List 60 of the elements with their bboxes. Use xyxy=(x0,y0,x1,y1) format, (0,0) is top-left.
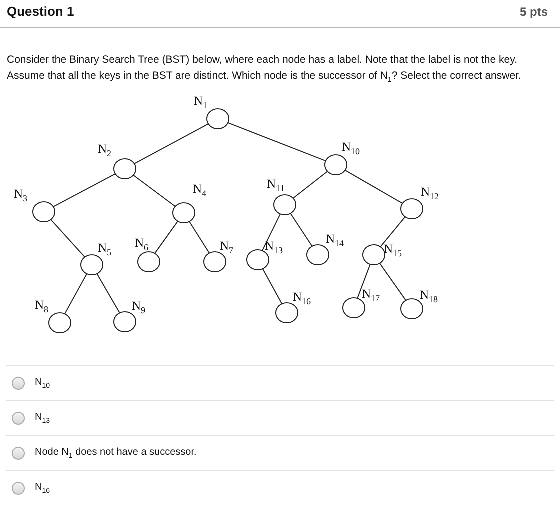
tree-edge xyxy=(96,274,120,314)
tree-edge xyxy=(262,268,282,304)
node-label: N$_{3}$ xyxy=(14,186,29,206)
tree-node xyxy=(274,194,296,216)
tree-node xyxy=(80,254,104,276)
tree-node xyxy=(276,302,298,324)
tree-edge xyxy=(154,221,178,254)
radio-button[interactable] xyxy=(12,412,25,425)
question-title: Question 1 xyxy=(7,4,74,19)
node-label: N$_{2}$ xyxy=(98,141,113,161)
tree-edge xyxy=(357,264,371,299)
answer-option[interactable]: N$_{10}$ xyxy=(35,376,50,390)
node-label: N$_{5}$ xyxy=(98,240,113,260)
tree-node xyxy=(342,298,366,319)
radio-button[interactable] xyxy=(12,446,25,460)
node-label: N$_{4}$ xyxy=(193,181,208,201)
tree-edge xyxy=(292,171,328,200)
node-label: N$_{7}$ xyxy=(220,238,235,258)
answer-option[interactable]: N$_{13}$ xyxy=(35,412,50,425)
node-label: N$_{11}$ xyxy=(267,176,286,196)
node-label: N$_{10}$ xyxy=(342,139,362,159)
points-label: 5 pts xyxy=(520,4,548,18)
tree-node xyxy=(114,158,136,180)
tree-edge xyxy=(344,170,404,204)
node-label: N$_{13}$ xyxy=(265,238,284,258)
radio-button[interactable] xyxy=(12,482,25,495)
node-label: N$_{15}$ xyxy=(384,241,404,261)
answer-option[interactable]: N$_{16}$ xyxy=(35,482,50,495)
tree-node xyxy=(32,202,56,223)
tree-node xyxy=(172,202,196,224)
tree-node xyxy=(246,250,270,271)
node-label: N$_{8}$ xyxy=(35,297,50,317)
tree-edge xyxy=(132,174,176,208)
tree-node xyxy=(400,198,424,220)
node-label: N$_{9}$ xyxy=(132,298,147,318)
tree-edge xyxy=(50,219,86,258)
tree-edge xyxy=(64,274,88,314)
node-label: N$_{17}$ xyxy=(362,286,382,306)
node-label: N$_{16}$ xyxy=(293,289,312,309)
tree-edge xyxy=(189,221,210,254)
tree-node xyxy=(114,312,136,333)
node-label: N$_{12}$ xyxy=(421,184,440,204)
tree-node xyxy=(324,154,348,176)
answer-option[interactable]: Node N$_{1}$ does not have a successor. xyxy=(35,446,197,460)
tree-node xyxy=(306,244,330,266)
node-label: N$_{6}$ xyxy=(135,235,150,255)
radio-button[interactable] xyxy=(12,376,25,390)
node-label: N$_{18}$ xyxy=(420,287,440,307)
node-label: N$_{14}$ xyxy=(326,231,346,251)
tree-node xyxy=(206,108,230,130)
tree-edge xyxy=(52,174,116,208)
tree-node xyxy=(204,252,226,273)
tree-node xyxy=(138,252,160,273)
tree-edge xyxy=(290,213,313,247)
tree-node xyxy=(362,244,386,266)
tree-edge xyxy=(380,263,406,301)
tree-node xyxy=(400,298,424,320)
question-text: Consider the Binary Search Tree (BST) below, where each node has a label. Note that the label is not the key. Assume that all the keys in the BST are distinct. Which node is the successor of N$_{1}$? Select the correct answer. xyxy=(7,53,522,86)
node-label: N$_{1}$ xyxy=(194,93,209,113)
tree-node xyxy=(48,312,72,334)
